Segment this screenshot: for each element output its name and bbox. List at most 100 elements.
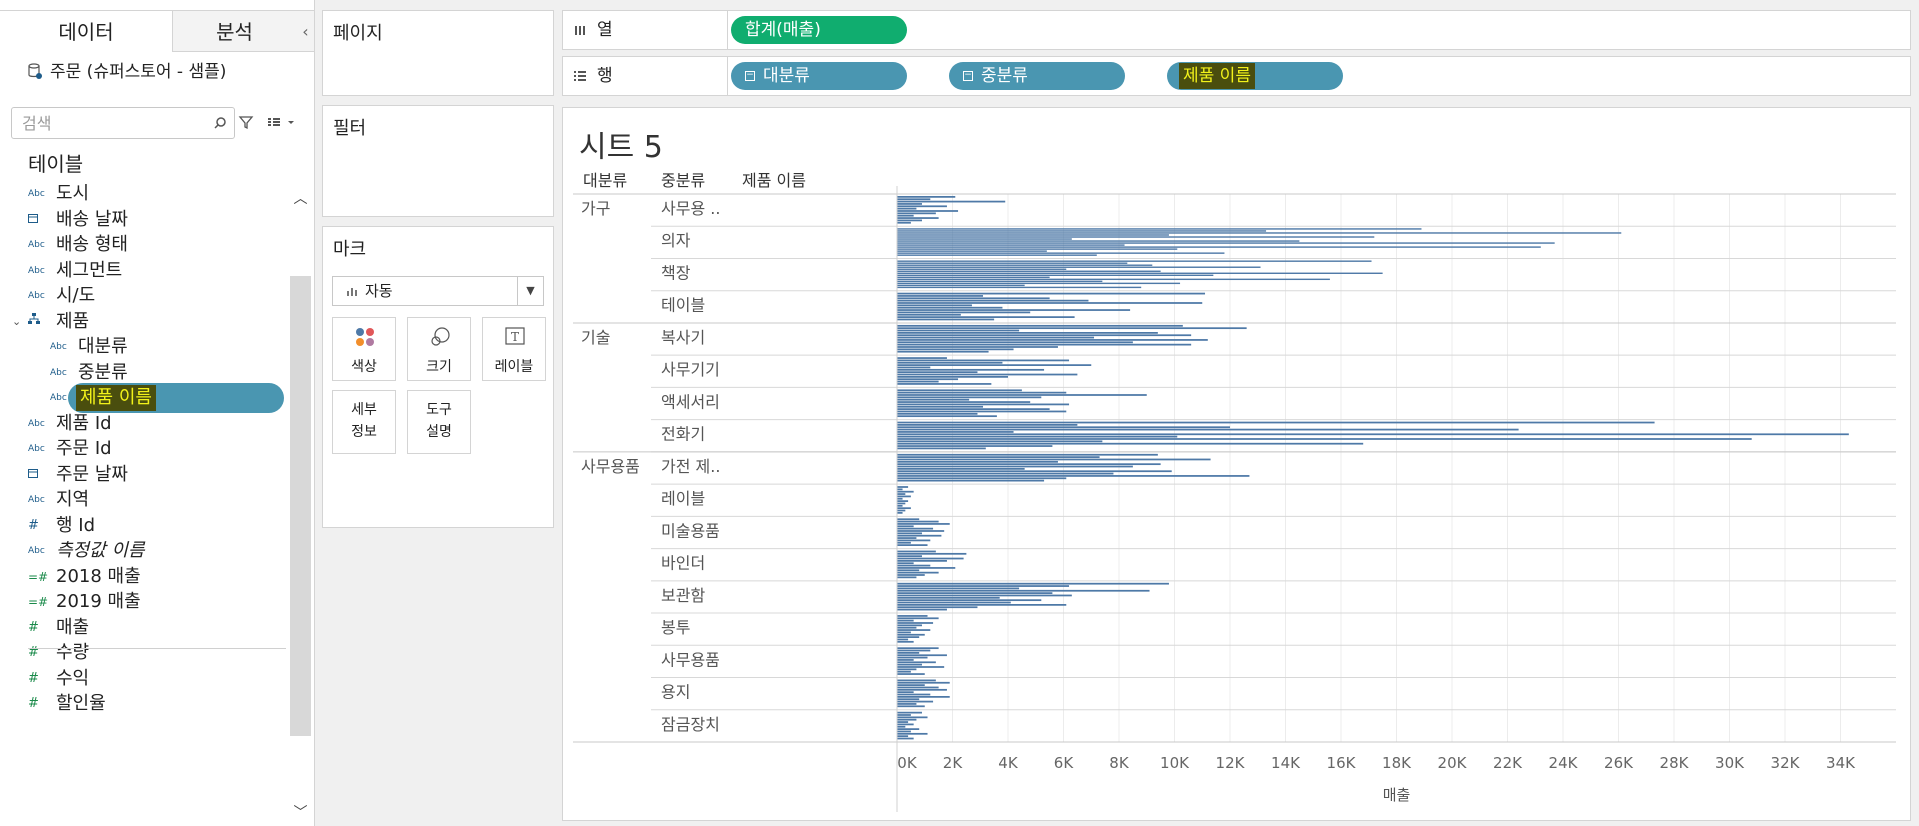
bar[interactable] (897, 574, 925, 576)
bar[interactable] (897, 453, 1158, 456)
bar[interactable] (897, 302, 1203, 304)
bar[interactable] (897, 246, 1541, 248)
bar[interactable] (897, 336, 1095, 339)
bar[interactable] (897, 447, 986, 450)
column-header[interactable]: 대분류 (583, 171, 627, 190)
bar[interactable] (897, 592, 1053, 594)
bar[interactable] (897, 309, 1131, 311)
bar[interactable] (897, 730, 911, 733)
bar[interactable] (897, 415, 997, 418)
subcategory-label[interactable]: 액세서리 (661, 392, 720, 411)
bar[interactable] (897, 198, 931, 201)
subcategory-label[interactable]: 의자 (661, 231, 691, 250)
bar[interactable] (897, 232, 1622, 234)
bar[interactable] (897, 433, 1849, 436)
subcategory-label[interactable]: 책장 (661, 263, 691, 282)
bar[interactable] (897, 221, 911, 224)
bar[interactable] (897, 341, 1133, 344)
pages-card[interactable]: 페이지 (322, 10, 554, 96)
bar[interactable] (897, 497, 903, 500)
bar[interactable] (897, 518, 920, 521)
collapse-pane-button[interactable]: ‹ (296, 10, 314, 52)
bar[interactable] (897, 686, 939, 689)
bar[interactable] (897, 721, 909, 723)
bar[interactable] (897, 555, 922, 558)
bar[interactable] (897, 647, 939, 650)
subcategory-label[interactable]: 용지 (661, 683, 690, 702)
bar[interactable] (897, 539, 931, 542)
bar[interactable] (897, 339, 1208, 341)
scroll-thumb[interactable] (290, 276, 311, 736)
chevron-down-icon[interactable]: ▼ (517, 277, 543, 305)
bar[interactable] (897, 428, 1519, 431)
bar[interactable] (897, 684, 925, 686)
bar[interactable] (897, 205, 947, 208)
bar[interactable] (897, 238, 1072, 240)
datasource-item[interactable]: 주문 (슈퍼스토어 - 샘플) (28, 60, 226, 84)
bar[interactable] (897, 688, 947, 691)
bar[interactable] (897, 304, 972, 307)
bar[interactable] (897, 582, 1169, 585)
bar[interactable] (897, 210, 959, 212)
filters-card[interactable]: 필터 (322, 105, 554, 217)
bar[interactable] (897, 732, 928, 735)
bar[interactable] (897, 371, 978, 374)
worksheet-view[interactable]: 시트 5 대분류 중분류 제품 이름 가구 사무용 .. 의자 책장 테이블 기술 복사기 사무기기… (562, 107, 1911, 821)
subcategory-label[interactable]: 테이블 (661, 296, 705, 315)
bar[interactable] (897, 313, 961, 316)
bar[interactable] (897, 343, 1192, 346)
bar[interactable] (897, 537, 917, 539)
bar[interactable] (897, 274, 1214, 277)
bar[interactable] (897, 284, 1025, 287)
bar[interactable] (897, 401, 1031, 403)
bar[interactable] (897, 698, 920, 701)
bar[interactable] (897, 512, 903, 514)
bar[interactable] (897, 661, 936, 664)
bar[interactable] (897, 633, 925, 636)
bar[interactable] (897, 700, 934, 703)
bar[interactable] (897, 465, 1133, 468)
bar[interactable] (897, 327, 1247, 330)
bar[interactable] (897, 207, 917, 210)
bar[interactable] (897, 622, 934, 624)
bar[interactable] (897, 248, 1178, 250)
bar[interactable] (897, 624, 922, 627)
pill-sum-sales[interactable]: 합계(매출) (731, 16, 907, 44)
color-button[interactable]: 색상 (332, 317, 396, 381)
bar[interactable] (897, 332, 1158, 334)
field-item-selected[interactable]: 제품 이름 (68, 383, 284, 413)
bar[interactable] (897, 350, 989, 353)
bar[interactable] (897, 534, 942, 537)
bar[interactable] (897, 500, 909, 502)
x-axis-title[interactable]: 매출 (1383, 786, 1411, 804)
bar[interactable] (897, 262, 1128, 264)
bar[interactable] (897, 691, 914, 694)
subcategory-label[interactable]: 레이블 (661, 489, 705, 508)
tooltip-button[interactable]: 도구 설명 (407, 390, 471, 454)
bar[interactable] (897, 389, 1022, 392)
bar[interactable] (897, 244, 1125, 246)
subcategory-label[interactable]: 잠금장치 (661, 715, 720, 734)
field-list-scrollbar[interactable]: ︿ ﹀ (288, 184, 313, 826)
bar[interactable] (897, 703, 917, 705)
detail-button[interactable]: 세부 정보 (332, 390, 396, 454)
bar[interactable] (897, 398, 970, 401)
bar[interactable] (897, 488, 903, 491)
bar[interactable] (897, 552, 967, 555)
subcategory-label[interactable]: 사무용 .. (661, 199, 720, 218)
bar[interactable] (897, 442, 1364, 445)
bar[interactable] (897, 656, 928, 659)
category-label[interactable]: 기술 (581, 328, 610, 347)
bar[interactable] (897, 652, 920, 654)
bar[interactable] (897, 606, 978, 609)
bar[interactable] (897, 236, 1375, 238)
bar[interactable] (897, 412, 978, 415)
bar[interactable] (897, 571, 939, 574)
bar[interactable] (897, 357, 947, 359)
bar[interactable] (897, 252, 1225, 254)
bar[interactable] (897, 716, 928, 719)
bar[interactable] (897, 234, 1169, 236)
bar[interactable] (897, 438, 1752, 440)
bar[interactable] (897, 472, 1114, 475)
bar[interactable] (897, 619, 914, 622)
